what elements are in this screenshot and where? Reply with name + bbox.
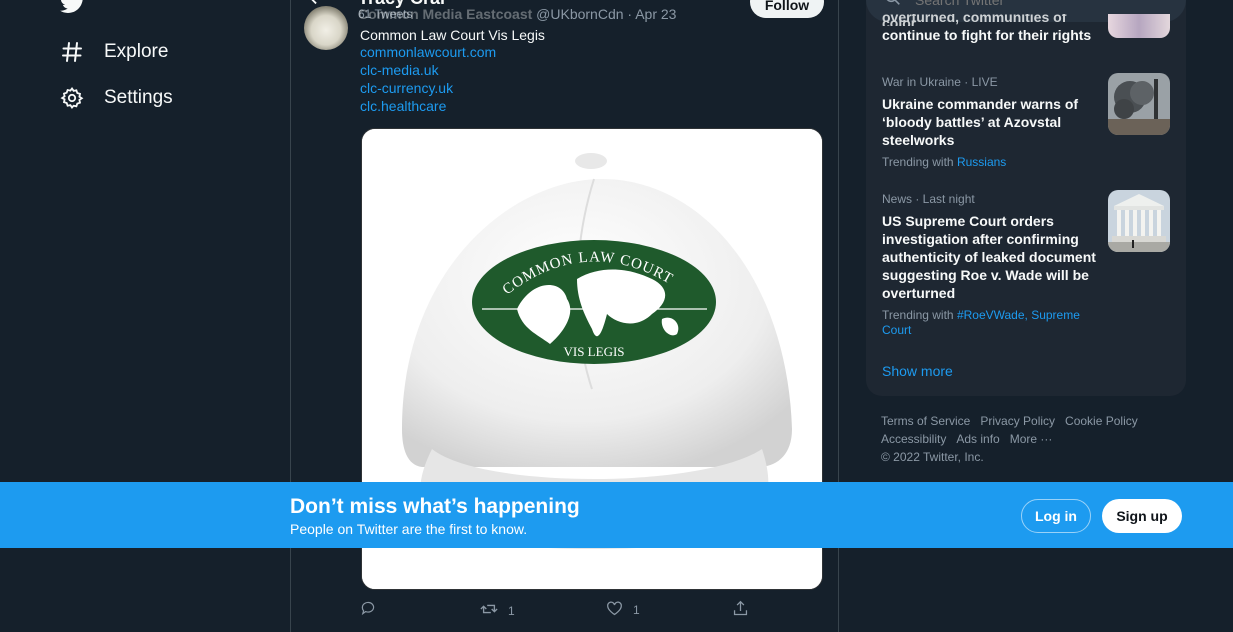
- reply-icon: [360, 600, 376, 619]
- avatar[interactable]: [304, 6, 348, 50]
- tweet-date[interactable]: Apr 23: [635, 6, 676, 22]
- trend-thumbnail[interactable]: [1108, 190, 1170, 252]
- footer-copyright: © 2022 Twitter, Inc.: [881, 450, 984, 464]
- nav-settings[interactable]: Settings: [60, 86, 173, 110]
- author-name[interactable]: Common Media Eastcoast: [358, 6, 532, 22]
- retweet-count: 1: [508, 603, 515, 618]
- login-button[interactable]: Log in: [1021, 499, 1091, 533]
- footer-links: Terms of Service Privacy Policy Cookie Pol…: [881, 412, 1161, 466]
- trend-thumbnail[interactable]: [1108, 73, 1170, 135]
- tweet-link[interactable]: clc-currency.uk: [360, 80, 453, 96]
- signup-button[interactable]: Sign up: [1102, 499, 1182, 533]
- login-banner: Don’t miss what’s happening People on Tw…: [0, 482, 1233, 548]
- trend-meta: War in Ukraine · LIVE: [882, 75, 998, 89]
- retweet-icon: [480, 600, 498, 621]
- trend-trending-with: Trending with Russians: [882, 155, 1097, 170]
- share-button[interactable]: [732, 600, 749, 620]
- nav-settings-label: Settings: [104, 87, 173, 108]
- retweet-button[interactable]: 1: [480, 600, 515, 621]
- banner-title: Don’t miss what’s happening: [290, 495, 580, 518]
- footer-cookie-link[interactable]: Cookie Policy: [1065, 414, 1138, 428]
- footer-more-button[interactable]: More ···: [1010, 432, 1053, 446]
- footer-accessibility-link[interactable]: Accessibility: [881, 432, 946, 446]
- banner-subtitle: People on Twitter are the first to know.: [290, 521, 528, 537]
- follow-button[interactable]: Follow: [750, 0, 824, 18]
- trend-item[interactable]: News · Last night US Supreme Court order…: [882, 192, 1097, 338]
- reply-button[interactable]: [360, 600, 386, 619]
- nav-explore-label: Explore: [104, 41, 169, 62]
- trend-partial-headline-top: overturned, communities of color: [882, 14, 1067, 26]
- gear-icon: [60, 86, 84, 110]
- cap-text-bottom: VIS LEGIS: [563, 344, 624, 359]
- trend-headline: US Supreme Court orders investigation af…: [882, 213, 1096, 301]
- tweet-link[interactable]: clc.healthcare: [360, 98, 446, 114]
- search-input[interactable]: [915, 0, 1155, 8]
- trending-prefix: Trending with: [882, 308, 954, 322]
- trending-prefix: Trending with: [882, 155, 954, 169]
- search-icon: [884, 0, 901, 11]
- trend-meta: News · Last night: [882, 192, 975, 206]
- trend-thumbnail[interactable]: [1108, 14, 1170, 38]
- trend-item[interactable]: War in Ukraine · LIVE Ukraine commander …: [882, 75, 1097, 170]
- trend-trending-with: Trending with #RoeVWade, Supreme Court: [882, 308, 1097, 338]
- trend-headline: Ukraine commander warns of ‘bloody battl…: [882, 96, 1079, 148]
- nav-explore[interactable]: Explore: [60, 40, 168, 64]
- footer-terms-link[interactable]: Terms of Service: [881, 414, 970, 428]
- supreme-court-photo-icon: [1108, 190, 1170, 252]
- separator-dot: ·: [627, 6, 633, 22]
- like-button[interactable]: 1: [606, 600, 640, 620]
- author-handle[interactable]: @UKbornCdn: [536, 6, 623, 22]
- show-more-link[interactable]: Show more: [882, 363, 953, 379]
- tweet-text: Common Law Court Vis Legis: [360, 27, 545, 43]
- trend-partial-headline-text: continue to fight for their rights: [882, 27, 1092, 43]
- footer-privacy-link[interactable]: Privacy Policy: [980, 414, 1055, 428]
- trend-partial-headline[interactable]: overturned, communities of color continu…: [882, 14, 1097, 44]
- heart-icon: [606, 600, 623, 620]
- tweet-link[interactable]: clc-media.uk: [360, 62, 439, 78]
- tweet-author-line: Common Media Eastcoast @UKbornCdn · Apr …: [358, 6, 676, 22]
- smoke-photo-icon: [1108, 73, 1170, 135]
- share-icon: [732, 600, 749, 620]
- tweet-link[interactable]: commonlawcourt.com: [360, 44, 496, 60]
- twitter-logo-icon[interactable]: [59, 0, 86, 14]
- tweet-actions: 1 1: [360, 600, 760, 620]
- hashtag-icon: [60, 40, 84, 64]
- trending-link[interactable]: Russians: [957, 155, 1006, 169]
- like-count: 1: [633, 603, 640, 617]
- footer-ads-link[interactable]: Ads info: [956, 432, 999, 446]
